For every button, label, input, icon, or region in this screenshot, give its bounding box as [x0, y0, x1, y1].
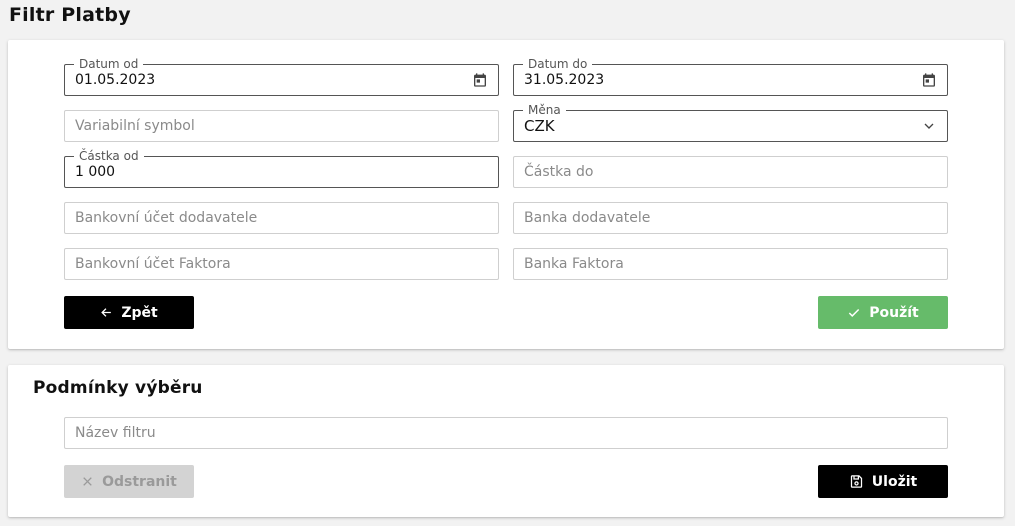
calendar-icon[interactable]: [472, 72, 488, 88]
arrow-left-icon: [101, 308, 112, 317]
filter-card: Datum od 01.05.2023 Datum do 31.05.2023 …: [8, 40, 1004, 349]
amount-to-field[interactable]: Částka do: [513, 156, 948, 188]
back-button-label: Zpět: [121, 304, 158, 321]
save-button[interactable]: Uložit: [818, 465, 948, 498]
supplier-bank-field[interactable]: Banka dodavatele: [513, 202, 948, 234]
currency-select[interactable]: Měna CZK: [513, 102, 948, 142]
remove-button[interactable]: Odstranit: [64, 465, 194, 498]
variable-symbol-placeholder: Variabilní symbol: [75, 118, 195, 134]
date-from-field[interactable]: Datum od 01.05.2023: [64, 56, 499, 96]
save-button-label: Uložit: [871, 473, 918, 490]
apply-button-label: Použít: [869, 304, 919, 321]
filter-name-placeholder: Název filtru: [75, 425, 156, 441]
date-to-field[interactable]: Datum do 31.05.2023: [513, 56, 948, 96]
factor-account-placeholder: Bankovní účet Faktora: [75, 256, 231, 272]
apply-button[interactable]: Použít: [818, 296, 948, 329]
variable-symbol-field[interactable]: Variabilní symbol: [64, 110, 499, 142]
remove-button-label: Odstranit: [102, 473, 177, 490]
chevron-down-icon[interactable]: [921, 118, 937, 134]
factor-account-field[interactable]: Bankovní účet Faktora: [64, 248, 499, 280]
save-icon: [850, 475, 862, 488]
calendar-icon[interactable]: [921, 72, 937, 88]
filter-name-field[interactable]: Název filtru: [64, 417, 948, 449]
amount-to-placeholder: Částka do: [524, 164, 594, 180]
currency-value: CZK: [524, 117, 555, 135]
date-from-value: 01.05.2023: [75, 72, 156, 88]
check-icon: [849, 308, 860, 317]
conditions-title: Podmínky výběru: [33, 378, 203, 398]
factor-bank-field[interactable]: Banka Faktora: [513, 248, 948, 280]
close-icon: [83, 477, 92, 486]
amount-from-field[interactable]: Částka od 1 000: [64, 148, 499, 188]
supplier-account-placeholder: Bankovní účet dodavatele: [75, 210, 258, 226]
conditions-card: Podmínky výběru Název filtru Odstranit U…: [8, 365, 1004, 517]
back-button[interactable]: Zpět: [64, 296, 194, 329]
date-to-value: 31.05.2023: [524, 72, 605, 88]
supplier-bank-placeholder: Banka dodavatele: [524, 210, 651, 226]
amount-from-value: 1 000: [75, 164, 116, 180]
factor-bank-placeholder: Banka Faktora: [524, 256, 624, 272]
page-title: Filtr Platby: [9, 4, 131, 26]
supplier-account-field[interactable]: Bankovní účet dodavatele: [64, 202, 499, 234]
